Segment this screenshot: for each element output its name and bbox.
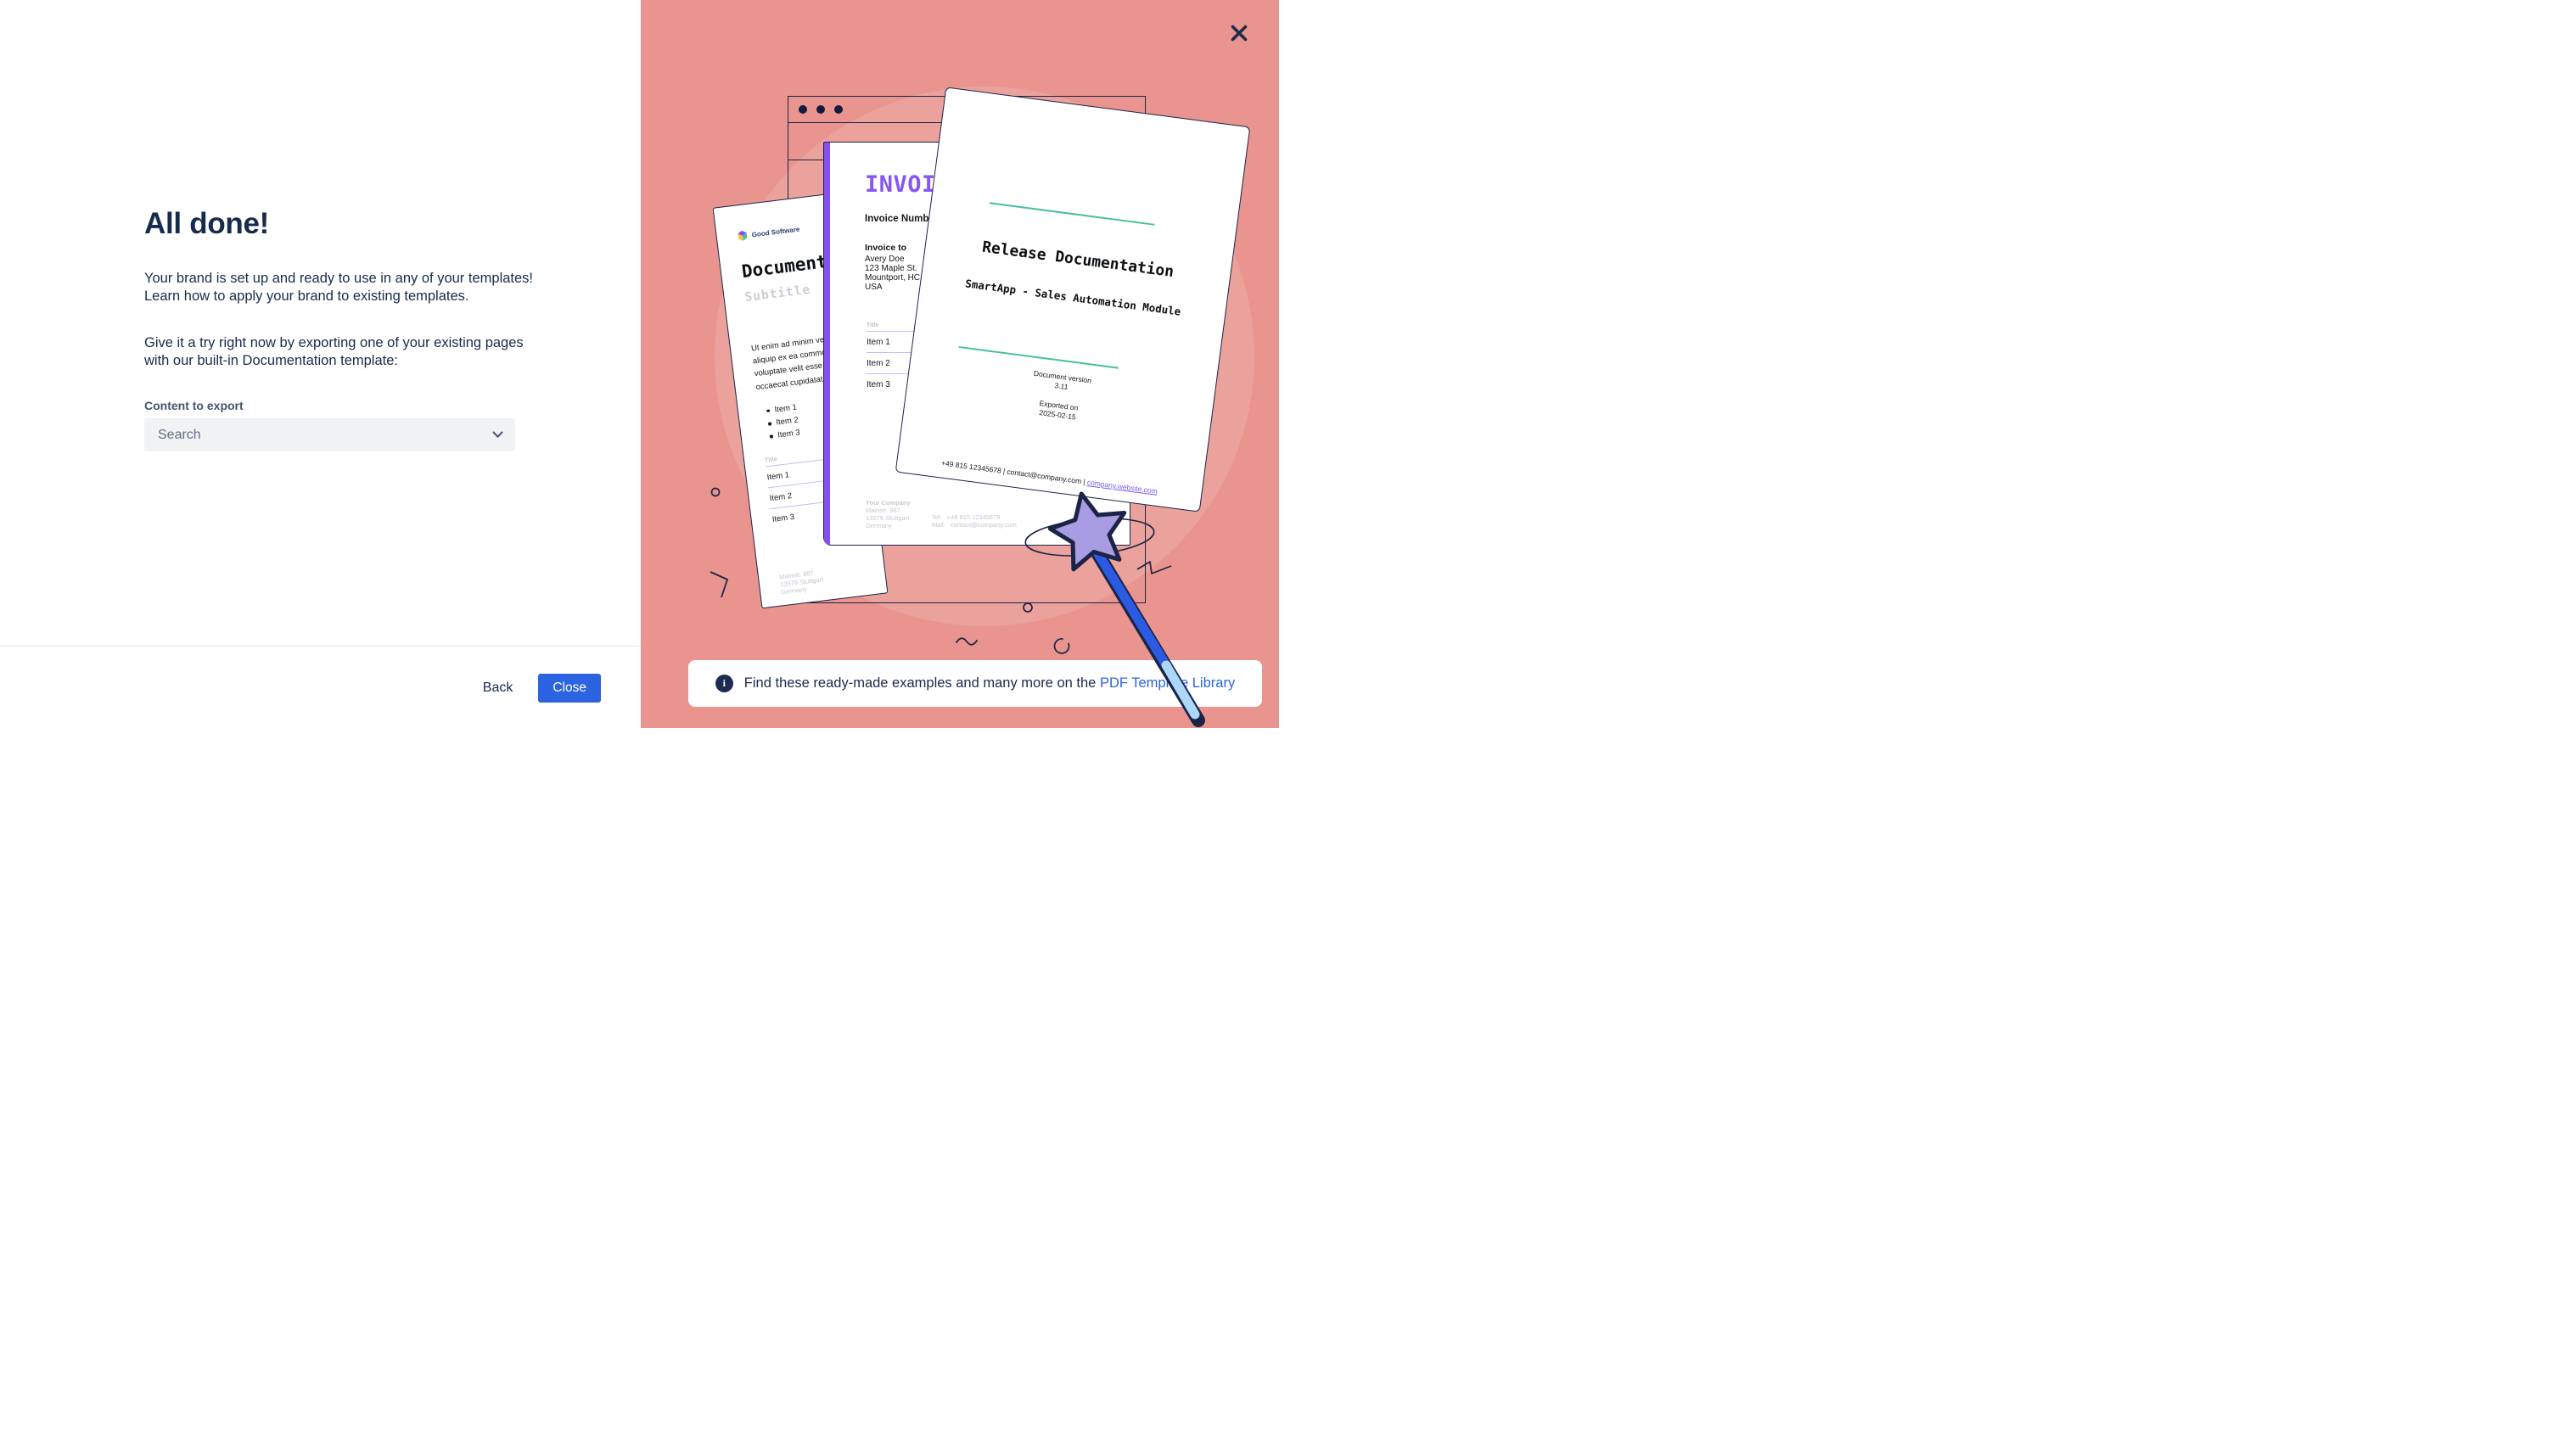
window-dot-icon [834, 105, 843, 114]
footer-actions: Back Close [480, 674, 601, 703]
logo-text: Good Software [751, 225, 800, 238]
try-line-1: Give it a try right now by exporting one… [144, 334, 524, 352]
select-value: Search [158, 428, 492, 443]
invoice-company-address: Your Company Mainstr. 987 13579 Stuttgar… [866, 499, 911, 529]
doc-bullet-list: Item 1 Item 2 Item 3 [766, 401, 800, 444]
content-to-export-select[interactable]: Search [144, 418, 515, 451]
illustration-panel: Good Software Document Subtitle Ut enim … [641, 0, 1279, 728]
try-line-2: with our built-in Documentation template… [144, 352, 524, 370]
invoice-accent-bar [824, 143, 830, 545]
decorative-rule [990, 202, 1155, 226]
window-dot-icon [799, 105, 807, 114]
invoice-contact: Tel:+49 815 12345678 Mail:contact@compan… [932, 513, 1017, 529]
footer-divider [0, 646, 641, 647]
doc-title: Document [741, 251, 828, 282]
company-logo: Good Software [737, 224, 800, 242]
invoice-recipient: Avery Doe 123 Maple St. Mountport, HC US… [865, 255, 920, 292]
invoice-to-label: Invoice to [865, 243, 906, 253]
intro-paragraph: Your brand is set up and ready to use in… [144, 270, 533, 305]
doc-subtitle: Subtitle [744, 283, 811, 305]
content-to-export-label: Content to export [144, 399, 244, 412]
cube-logo-icon [737, 230, 748, 241]
banner-text: Find these ready-made examples and many … [744, 675, 1235, 692]
info-banner: i Find these ready-made examples and man… [688, 660, 1262, 707]
page-title: All done! [144, 207, 269, 241]
release-doc-template-preview: Release Documentation SmartApp - Sales A… [895, 87, 1251, 512]
close-icon[interactable] [1230, 24, 1248, 42]
back-button[interactable]: Back [480, 675, 517, 701]
chevron-down-icon [492, 431, 503, 439]
dialog-content-panel: All done! Your brand is set up and ready… [0, 0, 641, 728]
intro-line-1: Your brand is set up and ready to use in… [144, 270, 533, 288]
doc-footer-address: Mainstr. 987 13579 Stuttgart Germany [779, 568, 825, 596]
window-dot-icon [816, 105, 825, 114]
intro-line-2: Learn how to apply your brand to existin… [144, 288, 533, 305]
pdf-template-library-link[interactable]: PDF Template Library [1100, 675, 1235, 691]
info-icon: i [715, 675, 733, 692]
close-button[interactable]: Close [538, 674, 601, 703]
brand-setup-dialog: All done! Your brand is set up and ready… [0, 0, 1279, 728]
company-website-link: company.website.com [1086, 478, 1158, 496]
try-paragraph: Give it a try right now by exporting one… [144, 334, 524, 370]
